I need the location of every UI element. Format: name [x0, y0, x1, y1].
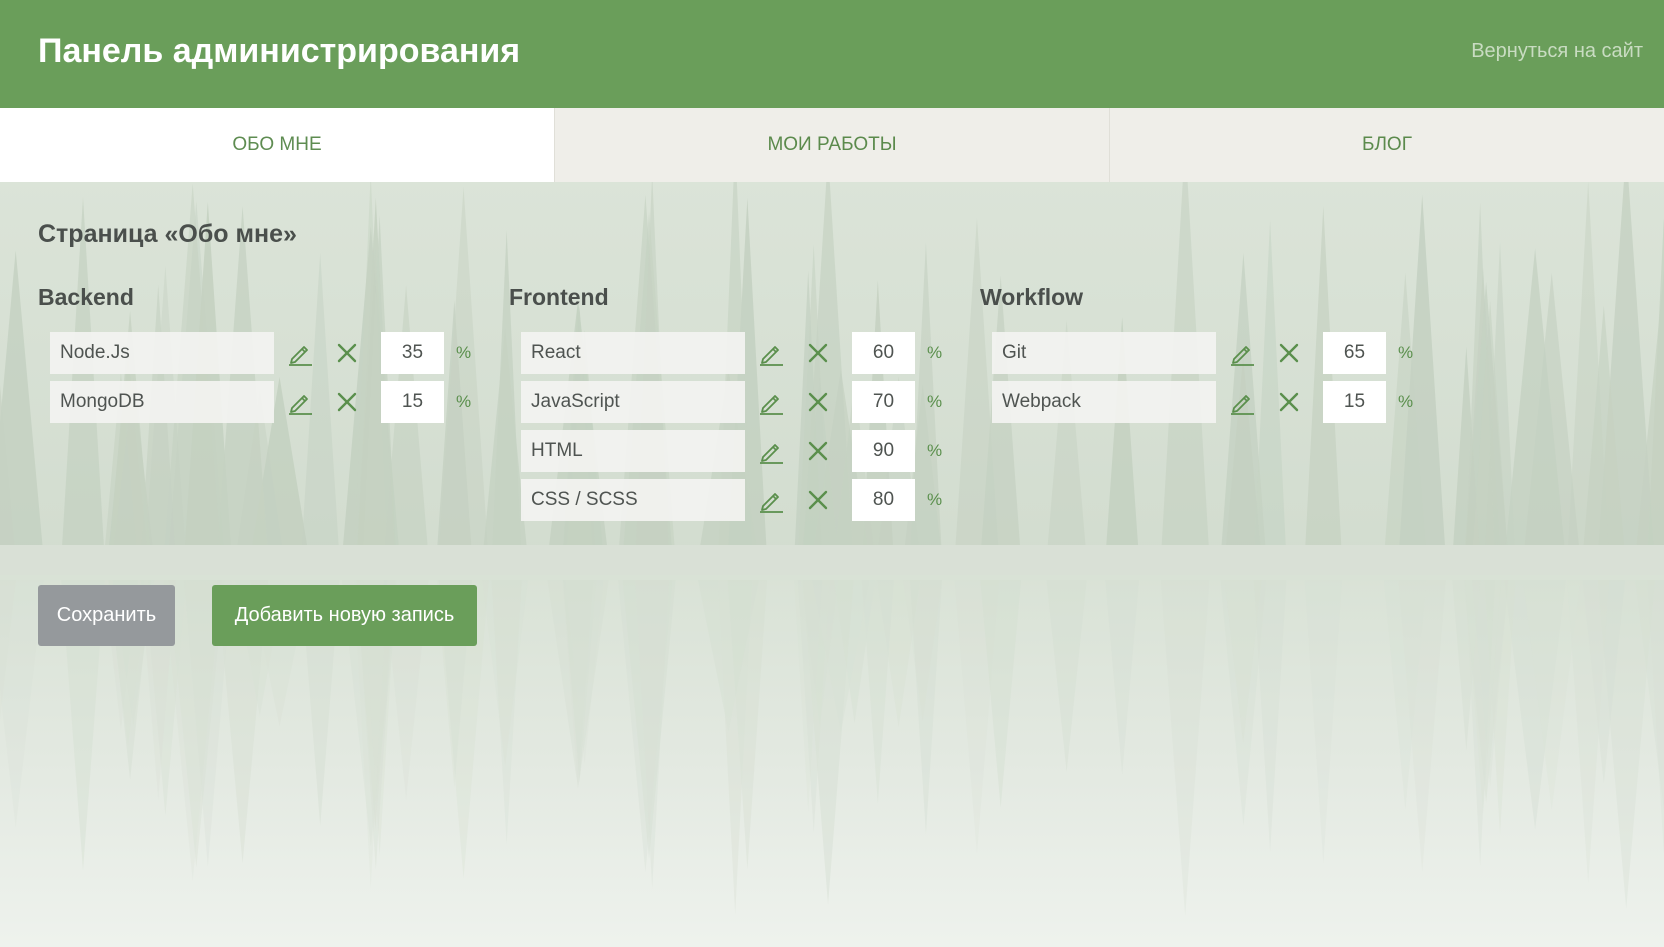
pencil-icon[interactable] — [284, 386, 316, 418]
header-bar: Панель администрирования Вернуться на са… — [0, 0, 1664, 108]
skill-percent-input[interactable] — [852, 381, 915, 423]
skill-percent-input[interactable] — [852, 332, 915, 374]
skill-percent-input[interactable] — [381, 381, 444, 423]
skill-name-input[interactable] — [521, 332, 745, 374]
group-title: Backend — [38, 284, 134, 310]
pencil-icon[interactable] — [1226, 386, 1258, 418]
skill-group-workflow: Workflow %% — [980, 284, 1420, 430]
skill-row: % — [509, 381, 949, 430]
close-icon[interactable] — [802, 386, 834, 418]
pencil-icon[interactable] — [1226, 337, 1258, 369]
skill-name-input[interactable] — [521, 479, 745, 521]
skill-group-frontend: Frontend %%%% — [509, 284, 949, 528]
close-icon[interactable] — [802, 435, 834, 467]
percent-sign: % — [456, 392, 472, 411]
skill-list: %%%% — [509, 332, 949, 528]
close-icon[interactable] — [802, 484, 834, 516]
skill-percent-input[interactable] — [1323, 381, 1386, 423]
pencil-icon[interactable] — [755, 386, 787, 418]
tab-works[interactable]: Мои работы — [554, 108, 1109, 182]
close-icon[interactable] — [1273, 337, 1305, 369]
skill-row: % — [980, 381, 1420, 430]
skill-percent-input[interactable] — [381, 332, 444, 374]
skill-row: % — [509, 430, 949, 479]
skill-row: % — [980, 332, 1420, 381]
skill-list: %% — [980, 332, 1420, 430]
percent-sign: % — [1398, 343, 1414, 362]
back-to-site-link[interactable]: Вернуться на сайт — [1471, 40, 1643, 63]
app-title: Панель администрирования — [38, 32, 521, 70]
tab-bar: Обо мне Мои работы Блог — [0, 108, 1664, 182]
tab-about[interactable]: Обо мне — [0, 108, 554, 182]
skill-row: % — [38, 381, 478, 430]
main-content: Страница «Обо мне» Backend %% Frontend %… — [0, 182, 1664, 947]
percent-sign: % — [927, 490, 943, 509]
skill-name-input[interactable] — [521, 430, 745, 472]
percent-sign: % — [927, 441, 943, 460]
percent-sign: % — [927, 392, 943, 411]
close-icon[interactable] — [1273, 386, 1305, 418]
skill-percent-input[interactable] — [852, 479, 915, 521]
skill-list: %% — [38, 332, 478, 430]
skill-name-input[interactable] — [992, 381, 1216, 423]
skill-percent-input[interactable] — [852, 430, 915, 472]
close-icon[interactable] — [331, 386, 363, 418]
percent-sign: % — [456, 343, 472, 362]
skill-name-input[interactable] — [50, 381, 274, 423]
pencil-icon[interactable] — [755, 337, 787, 369]
add-new-entry-button[interactable]: Добавить новую запись — [212, 585, 477, 646]
tab-blog[interactable]: Блог — [1109, 108, 1664, 182]
save-button[interactable]: Сохранить — [38, 585, 175, 646]
skill-row: % — [509, 479, 949, 528]
skill-name-input[interactable] — [521, 381, 745, 423]
skill-percent-input[interactable] — [1323, 332, 1386, 374]
page-title: Страница «Обо мне» — [38, 220, 297, 248]
pencil-icon[interactable] — [755, 484, 787, 516]
skill-row: % — [38, 332, 478, 381]
group-title: Frontend — [509, 284, 609, 310]
skill-group-backend: Backend %% — [38, 284, 478, 430]
skill-row: % — [509, 332, 949, 381]
percent-sign: % — [1398, 392, 1414, 411]
close-icon[interactable] — [331, 337, 363, 369]
close-icon[interactable] — [802, 337, 834, 369]
skill-name-input[interactable] — [992, 332, 1216, 374]
group-title: Workflow — [980, 284, 1084, 310]
pencil-icon[interactable] — [284, 337, 316, 369]
pencil-icon[interactable] — [755, 435, 787, 467]
percent-sign: % — [927, 343, 943, 362]
skill-name-input[interactable] — [50, 332, 274, 374]
